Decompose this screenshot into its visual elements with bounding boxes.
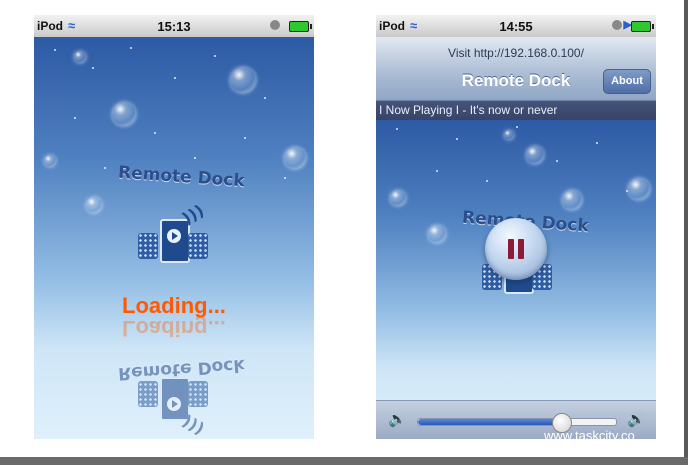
- bubble: [428, 225, 446, 243]
- status-bar: iPod ≈ 15:13: [34, 15, 314, 37]
- visit-url-text: Visit http://192.168.0.100/: [448, 46, 584, 60]
- battery-icon: [289, 21, 312, 32]
- loading-text-reflection: Loading...: [122, 316, 226, 341]
- bubble: [112, 102, 136, 126]
- volume-slider-fill: [418, 419, 561, 425]
- frame-shadow-right: [684, 0, 688, 465]
- lock-icon: [612, 20, 622, 30]
- pause-button[interactable]: [485, 218, 547, 280]
- bubble: [284, 147, 306, 169]
- volume-slider[interactable]: [417, 413, 617, 433]
- bubble: [230, 67, 256, 93]
- pause-icon: [508, 239, 514, 259]
- logo-reflection: ))) Remote Dock: [34, 355, 314, 439]
- volume-max-icon: 🔊: [627, 411, 646, 428]
- bubble: [86, 197, 102, 213]
- status-bar: iPod ≈ 14:55 ▶: [376, 15, 656, 37]
- dock-logo-icon: ))): [138, 201, 208, 271]
- now-playing-ticker: I Now Playing I - It's now or never: [376, 101, 656, 120]
- volume-min-icon: 🔈: [388, 411, 407, 428]
- bubble: [526, 146, 544, 164]
- bubble: [74, 51, 86, 63]
- bubble: [562, 190, 582, 210]
- about-button[interactable]: About: [603, 69, 651, 94]
- player-screen-phone: iPod ≈ 14:55 ▶ Remote Dock ))) Visit htt…: [376, 15, 656, 439]
- bubble: [44, 155, 56, 167]
- watermark: www.taskcity.co: [544, 428, 635, 439]
- lock-icon: [270, 20, 280, 30]
- bubble: [628, 178, 650, 200]
- bubble: [390, 190, 406, 206]
- splash-background: Remote Dock ))) Loading... Loading... ))…: [34, 37, 314, 439]
- loading-screen-phone: iPod ≈ 15:13 Remote Dock ))) Loading... …: [34, 15, 314, 439]
- brand-title: Remote Dock: [117, 162, 246, 192]
- frame-shadow-bottom: [0, 457, 688, 465]
- navigation-bar: Visit http://192.168.0.100/ Remote Dock …: [376, 37, 656, 101]
- pause-icon-bar: [518, 239, 524, 259]
- battery-icon: [631, 21, 654, 32]
- bubble: [504, 130, 514, 140]
